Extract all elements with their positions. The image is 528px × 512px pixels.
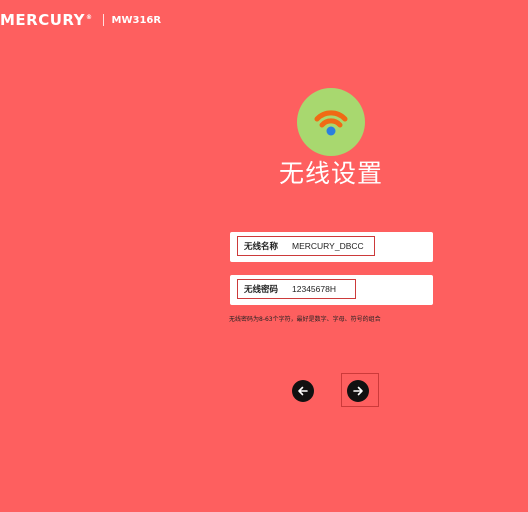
wifi-icon — [297, 88, 365, 156]
brand-logo: MERCURY® — [0, 11, 93, 29]
arrow-right-icon — [353, 386, 363, 396]
model-name: MW316R — [111, 14, 162, 26]
wifi-name-field[interactable]: 无线名称 MERCURY_DBCC — [237, 236, 375, 256]
brand-divider — [102, 14, 104, 26]
wifi-name-label: 无线名称 — [244, 242, 279, 252]
wifi-name-input[interactable]: MERCURY_DBCC — [292, 241, 364, 251]
back-button[interactable] — [292, 380, 314, 402]
wifi-password-input[interactable]: 12345678H — [292, 284, 336, 294]
page-title: 无线设置 — [278, 159, 383, 188]
wifi-password-label: 无线密码 — [244, 285, 279, 295]
arrow-left-icon — [298, 386, 308, 396]
wifi-password-field[interactable]: 无线密码 12345678H — [237, 279, 356, 299]
wifi-name-row: 无线名称 MERCURY_DBCC — [230, 232, 433, 262]
password-hint: 无线密码为8-63个字符，最好是数字、字母、符号的组合 — [229, 316, 381, 323]
wifi-password-row: 无线密码 12345678H — [230, 275, 433, 305]
next-button[interactable] — [347, 380, 369, 402]
brand-header: MERCURY® MW316R — [0, 10, 161, 30]
